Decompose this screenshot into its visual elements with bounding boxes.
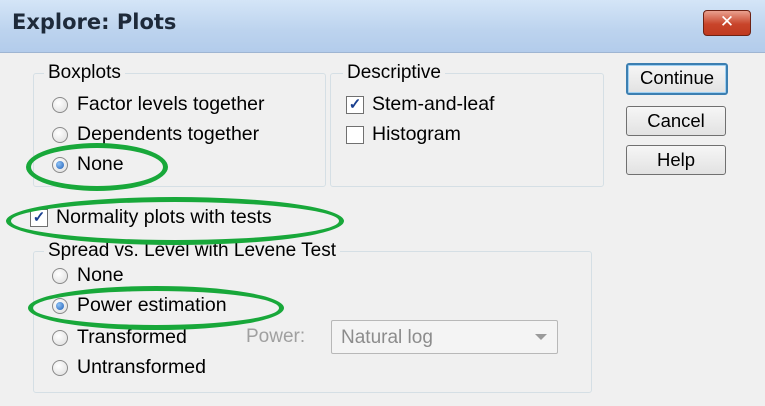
option-label: Power estimation [77,294,227,316]
option-label: Normality plots with tests [56,206,272,228]
radio-icon [52,96,68,113]
option-label: Factor levels together [77,93,265,115]
option-label: Stem-and-leaf [372,93,495,115]
boxplots-dependents-radio[interactable]: Dependents together [52,123,259,146]
boxplots-none-radio[interactable]: None [52,153,124,176]
normality-plots-checkbox[interactable]: ✓ Normality plots with tests [30,206,272,229]
radio-icon [52,156,68,173]
transformed-radio[interactable]: Transformed [52,326,187,349]
radio-icon [52,126,68,143]
boxplots-legend: Boxplots [44,62,125,84]
cancel-button[interactable]: Cancel [626,106,726,136]
stem-and-leaf-checkbox[interactable]: ✓ Stem-and-leaf [346,93,494,116]
power-select-value: Natural log [341,327,433,348]
help-button[interactable]: Help [626,145,726,175]
radio-icon [52,359,68,376]
option-label: Histogram [372,123,461,145]
option-label: None [77,264,124,286]
power-label: Power: [246,326,306,347]
untransformed-radio[interactable]: Untransformed [52,356,206,379]
radio-icon [52,329,68,346]
power-select[interactable]: Natural log [331,320,558,354]
option-label: Untransformed [77,356,206,378]
window-title: Explore: Plots [12,10,177,34]
power-estimation-radio[interactable]: Power estimation [52,294,227,317]
explore-plots-dialog: Explore: Plots ✕ Boxplots Factor levels … [0,0,765,406]
option-label: None [77,153,124,175]
checkmark-icon: ✓ [346,95,364,114]
option-label: Transformed [77,326,187,348]
option-label: Dependents together [77,123,260,145]
checkmark-icon: ✓ [30,208,48,227]
radio-icon [52,267,68,284]
boxplots-factor-levels-radio[interactable]: Factor levels together [52,93,265,116]
descriptive-legend: Descriptive [343,62,445,84]
close-button[interactable]: ✕ [703,10,751,36]
chevron-down-icon [535,334,547,340]
histogram-checkbox[interactable]: Histogram [346,123,461,146]
spread-level-legend: Spread vs. Level with Levene Test [44,240,340,262]
title-bar[interactable]: Explore: Plots ✕ [0,0,765,53]
spread-none-radio[interactable]: None [52,264,124,287]
continue-button[interactable]: Continue [626,63,728,95]
checkbox-icon [346,125,364,144]
radio-icon [52,297,68,314]
